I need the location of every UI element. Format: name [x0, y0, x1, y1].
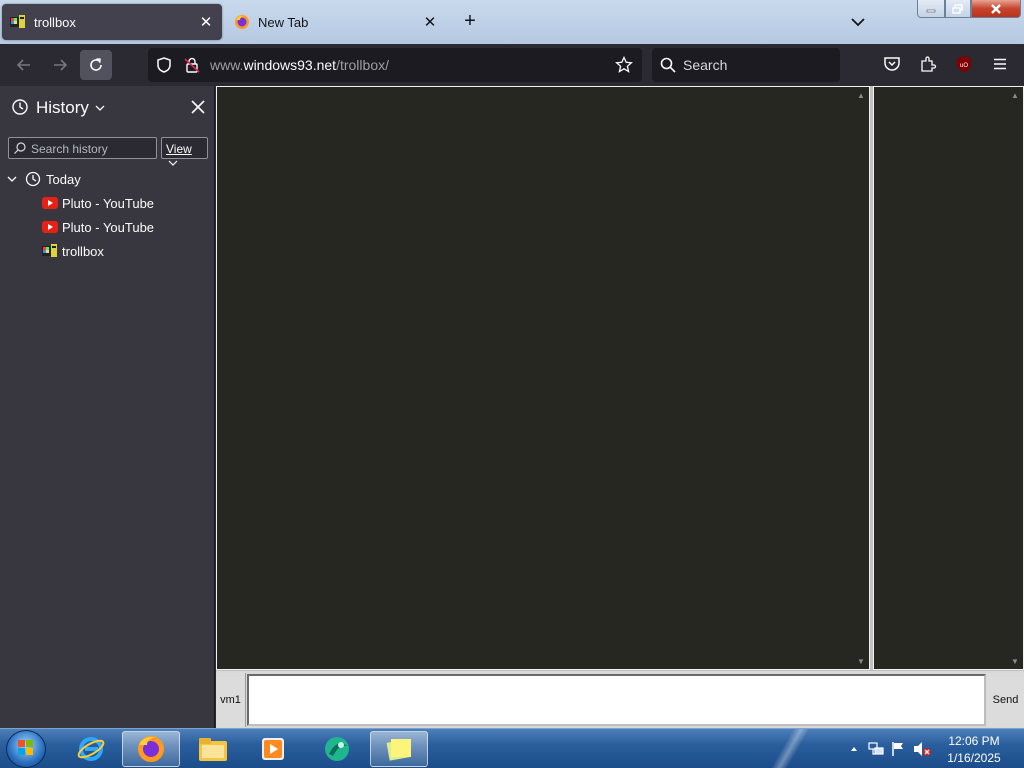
sticky-notes-taskbar-icon[interactable]: [370, 731, 428, 767]
youtube-icon: [42, 197, 62, 209]
clock-date[interactable]: 1/16/2025: [934, 751, 1014, 765]
history-item-title: Pluto - YouTube: [62, 195, 155, 211]
history-item-title: trollbox: [62, 243, 104, 259]
history-item-title: Pluto - YouTube: [62, 219, 155, 235]
sidebar-header[interactable]: History: [0, 86, 215, 128]
chat-messages-pane[interactable]: ▲ ▼: [216, 86, 870, 670]
history-item[interactable]: trollbox: [42, 240, 104, 262]
close-tab-icon[interactable]: ✕: [420, 12, 440, 32]
scroll-down-arrow[interactable]: ▼: [1009, 655, 1021, 667]
close-tab-icon[interactable]: ✕: [196, 12, 216, 32]
history-clock-icon: [10, 97, 30, 117]
url-host: windows93.net: [243, 57, 337, 73]
start-button[interactable]: [6, 730, 46, 768]
search-bar[interactable]: Search: [652, 48, 840, 82]
vm-button[interactable]: vm1: [216, 673, 246, 727]
url-path: /trollbox/: [336, 57, 389, 73]
bookmark-star-icon[interactable]: [614, 55, 634, 75]
action-center-flag-icon[interactable]: [888, 739, 908, 759]
search-history-input[interactable]: Search history: [8, 137, 157, 159]
restore-button[interactable]: [945, 0, 971, 18]
pocket-icon[interactable]: [882, 54, 902, 74]
history-sidebar: History Search history View Today Pluto …: [0, 86, 215, 728]
firefox-taskbar-icon[interactable]: [122, 731, 180, 767]
clock-time[interactable]: 12:06 PM: [934, 734, 1014, 748]
tab-trollbox[interactable]: trollbox ✕: [2, 4, 222, 40]
tab-title: trollbox: [34, 14, 76, 30]
hamburger-menu-icon[interactable]: [990, 54, 1010, 74]
history-item[interactable]: Pluto - YouTube: [42, 192, 154, 214]
search-icon: [658, 55, 678, 75]
windows-taskbar: 12:06 PM 1/16/2025: [0, 728, 1024, 768]
new-tab-button[interactable]: +: [458, 10, 482, 34]
file-explorer-taskbar-icon[interactable]: [184, 731, 242, 767]
ublock-origin-icon[interactable]: uO: [954, 54, 974, 74]
scroll-down-arrow[interactable]: ▼: [855, 655, 867, 667]
shield-icon[interactable]: [154, 55, 174, 75]
clock-icon: [25, 171, 45, 187]
search-placeholder: Search: [683, 57, 728, 73]
group-label: Today: [46, 171, 81, 187]
sidebar-title[interactable]: History: [36, 98, 89, 118]
close-window-button[interactable]: [971, 0, 1021, 18]
internet-explorer-taskbar-icon[interactable]: [62, 731, 120, 767]
forward-button[interactable]: [44, 50, 76, 80]
reload-button[interactable]: [80, 50, 112, 80]
address-bar[interactable]: www.windows93.net/trollbox/: [148, 48, 642, 82]
green-app-taskbar-icon[interactable]: [308, 731, 366, 767]
message-input[interactable]: [247, 674, 986, 726]
search-icon: [12, 140, 28, 156]
network-icon[interactable]: [866, 739, 886, 759]
extensions-icon[interactable]: [918, 54, 938, 74]
back-button[interactable]: [8, 50, 40, 80]
history-group-today[interactable]: Today: [6, 168, 81, 190]
firefox-icon: [234, 14, 250, 30]
scroll-up-arrow[interactable]: ▲: [1009, 89, 1021, 101]
chevron-down-icon[interactable]: [846, 10, 870, 34]
online-users-pane[interactable]: ▲ ▼: [873, 86, 1024, 670]
tab-strip: trollbox ✕ New Tab ✕ +: [0, 0, 1024, 44]
minimize-button[interactable]: [917, 0, 945, 18]
windows93-icon: [10, 14, 26, 30]
tab-title: New Tab: [258, 14, 309, 30]
chevron-down-icon[interactable]: [6, 173, 22, 185]
close-sidebar-icon[interactable]: [188, 97, 208, 117]
youtube-icon: [42, 221, 62, 233]
show-hidden-icons-icon[interactable]: [844, 739, 864, 759]
navigation-toolbar: www.windows93.net/trollbox/ Search uO: [0, 44, 1024, 86]
tab-new-tab[interactable]: New Tab ✕: [226, 4, 446, 40]
url-text[interactable]: www.windows93.net/trollbox/: [210, 57, 389, 73]
message-compose-row: vm1 Send: [216, 671, 1024, 728]
volume-muted-icon[interactable]: [912, 739, 932, 759]
insecure-lock-icon[interactable]: [182, 55, 202, 75]
url-prefix: www.: [210, 57, 244, 73]
media-player-taskbar-icon[interactable]: [244, 731, 302, 767]
view-label: View: [166, 142, 192, 156]
windows93-icon: [42, 243, 62, 259]
desktop: trollbox ✕ New Tab ✕ + www.windows93.net…: [0, 0, 1024, 768]
send-button[interactable]: Send: [987, 673, 1024, 727]
scroll-up-arrow[interactable]: ▲: [855, 89, 867, 101]
history-item[interactable]: Pluto - YouTube: [42, 216, 154, 238]
svg-text:uO: uO: [960, 63, 968, 69]
chevron-down-icon[interactable]: [90, 98, 110, 118]
taskbar-glare: [760, 729, 820, 768]
trollbox-page: ▲ ▼ ▲ ▼ vm1 Send: [216, 86, 1024, 728]
view-menu-button[interactable]: View: [161, 137, 208, 166]
search-history-placeholder: Search history: [31, 142, 108, 156]
